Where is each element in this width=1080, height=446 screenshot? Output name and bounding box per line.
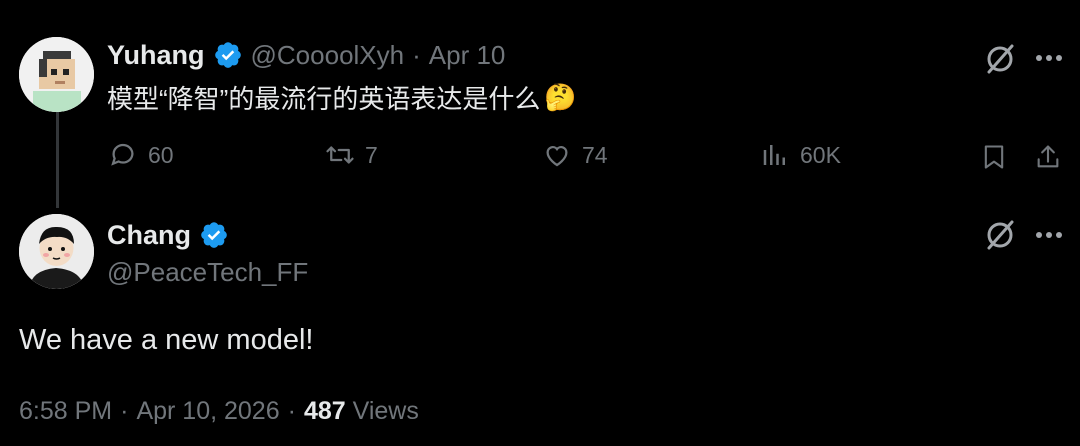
- separator: ·: [412, 39, 421, 70]
- reply-count: 60: [148, 141, 174, 168]
- thinking-face-emoji: 🤔: [544, 81, 577, 112]
- main-handle[interactable]: @PeaceTech_FF: [107, 256, 308, 288]
- grok-icon: [987, 44, 1014, 74]
- parent-text: 模型“降智”的最流行的英语表达是什么: [107, 83, 541, 114]
- views-action[interactable]: 60K: [760, 140, 841, 170]
- main-display-name[interactable]: Chang: [107, 220, 191, 251]
- views-number: 487: [303, 397, 346, 425]
- repost-icon: [326, 146, 354, 164]
- tweet-time[interactable]: 6:58 PM: [19, 394, 112, 428]
- separator: ·: [287, 397, 296, 425]
- tweet-timestamp-row: 6:58 PM · Apr 10, 2026 · 487 Views: [19, 394, 419, 428]
- main-header: Chang: [107, 218, 229, 252]
- separator: ·: [120, 397, 129, 425]
- parent-avatar[interactable]: [19, 37, 94, 112]
- parent-grok-button[interactable]: [983, 42, 1017, 76]
- main-tweet-text: We have a new model!: [19, 324, 314, 356]
- pixel-avatar-icon: [19, 37, 94, 112]
- reply-action[interactable]: 60: [108, 140, 174, 170]
- main-avatar[interactable]: [19, 214, 94, 289]
- parent-date[interactable]: Apr 10: [429, 40, 506, 71]
- share-button[interactable]: [1034, 142, 1062, 172]
- parent-text-row: 模型“降智”的最流行的英语表达是什么 🤔: [107, 80, 577, 114]
- parent-display-name[interactable]: Yuhang: [107, 40, 205, 71]
- parent-more-button[interactable]: [1034, 50, 1064, 66]
- views-count: 60K: [800, 141, 841, 168]
- verified-badge-icon[interactable]: [199, 220, 229, 250]
- grok-icon: [987, 220, 1014, 250]
- repost-action[interactable]: 7: [325, 140, 378, 170]
- cartoon-avatar-icon: [19, 214, 94, 289]
- views-label: Views: [352, 397, 419, 425]
- thread-connector-line: [56, 112, 59, 208]
- more-icon: [1036, 232, 1062, 238]
- bookmark-button[interactable]: [980, 142, 1008, 172]
- like-action[interactable]: 74: [542, 140, 608, 170]
- verified-badge-icon[interactable]: [213, 40, 243, 70]
- repost-count: 7: [365, 141, 378, 168]
- like-icon: [546, 146, 568, 167]
- share-icon: [1037, 145, 1059, 168]
- parent-handle[interactable]: @CoooolXyh: [251, 40, 405, 71]
- main-more-button[interactable]: [1034, 227, 1064, 243]
- like-count: 74: [582, 141, 608, 168]
- tweet-date[interactable]: Apr 10, 2026: [136, 394, 279, 428]
- views-icon: [763, 145, 785, 165]
- views-summary[interactable]: 487 Views: [304, 394, 419, 428]
- main-grok-button[interactable]: [983, 218, 1017, 252]
- bookmark-icon: [984, 145, 1004, 169]
- parent-header: Yuhang @CoooolXyh · Apr 10: [107, 38, 505, 72]
- reply-icon: [111, 143, 134, 166]
- more-icon: [1036, 55, 1062, 61]
